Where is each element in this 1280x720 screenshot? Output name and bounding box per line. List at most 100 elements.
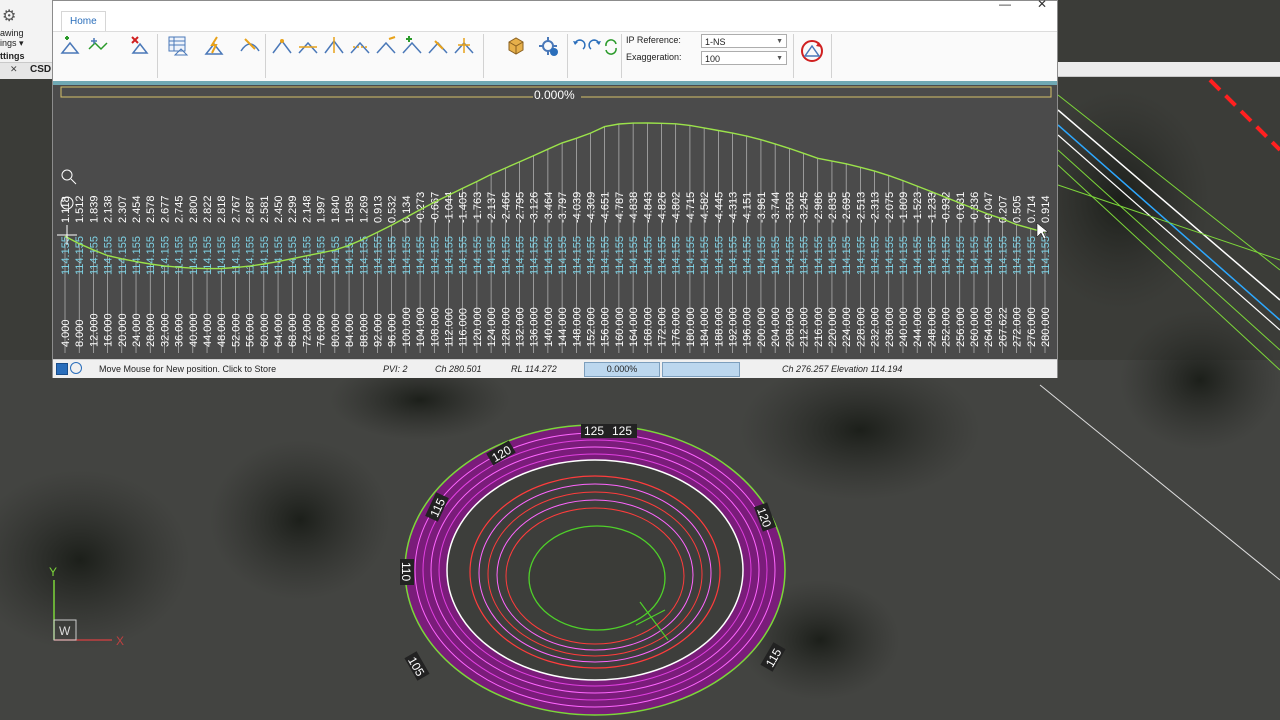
profile-plot[interactable]: 1.118 114.155 4.000 1.512 114.155 8.000 1.839 1… (53, 85, 1057, 357)
cut-fill-label: -1.809 (898, 192, 910, 223)
status-chainage: Ch 280.501 (435, 364, 482, 374)
design-level-label: 114.155 (997, 236, 1009, 275)
design-level-label: 114.155 (117, 236, 129, 275)
ip-tool-icon-8[interactable] (453, 35, 475, 57)
vertical-curve-icon[interactable] (239, 35, 261, 57)
ip-reference-combo[interactable]: 1-NS ▼ (701, 34, 787, 48)
chainage-label: 232.000 (870, 307, 882, 347)
cut-fill-label: -2.695 (841, 192, 853, 223)
design-level-label: 114.155 (458, 236, 470, 275)
chainage-label: 140.000 (543, 307, 555, 347)
chainage-label: 176.000 (671, 307, 683, 347)
cut-fill-label: 2.450 (273, 195, 285, 223)
add-ip-icon[interactable] (59, 35, 81, 57)
design-level-label: 114.155 (827, 236, 839, 275)
design-level-label: 114.155 (841, 236, 853, 275)
tab-home[interactable]: Home (61, 11, 106, 32)
ip-tool-icon-3[interactable] (323, 35, 345, 57)
toolbar-separator (621, 34, 622, 78)
status-progress-box (662, 362, 740, 377)
chainage-label: 8.000 (74, 319, 86, 347)
ip-tool-icon-4[interactable] (349, 35, 371, 57)
cut-fill-label: 0.914 (1040, 195, 1052, 223)
undo-icon[interactable] (571, 35, 587, 57)
refresh-icon[interactable] (603, 35, 619, 57)
close-icon[interactable]: ✕ (10, 64, 18, 75)
zoom-icon[interactable] (61, 169, 77, 185)
design-level-label: 114.155 (159, 236, 171, 275)
cut-fill-label: -1.405 (458, 192, 470, 223)
design-level-label: 114.155 (60, 236, 72, 275)
cut-fill-label: 2.578 (145, 195, 157, 223)
move-ip-icon[interactable] (87, 35, 109, 57)
cut-fill-label: -2.313 (870, 192, 882, 223)
status-pvi: PVI: 2 (383, 364, 408, 374)
profile-svg[interactable]: 1.118114.1554.0001.512114.1558.0001.8391… (53, 85, 1057, 357)
profile-reset-icon[interactable] (799, 38, 825, 64)
chainage-label: 256.000 (955, 307, 967, 347)
toolbar-separator (567, 34, 568, 78)
design-level-label: 114.155 (671, 236, 683, 275)
ip-tool-icon-6[interactable] (401, 35, 423, 57)
drawing-tab[interactable]: CSD (30, 64, 51, 75)
settings-icon[interactable] (537, 35, 559, 57)
cancel-icon[interactable] (70, 362, 82, 374)
exaggeration-combo[interactable]: 100 ▼ (701, 51, 787, 65)
chainage-label: 276.000 (1026, 307, 1038, 347)
save-icon[interactable] (56, 363, 68, 375)
ip-tool-icon-7[interactable] (427, 35, 449, 57)
cut-fill-label: 2.148 (301, 195, 313, 223)
ip-tool-icon-2[interactable] (297, 35, 319, 57)
cut-fill-label: -3.245 (799, 192, 811, 223)
design-level-label: 114.155 (1012, 236, 1024, 275)
cut-fill-label: 2.299 (287, 195, 299, 223)
cut-fill-label: -3.961 (756, 192, 768, 223)
redo-icon[interactable] (587, 35, 603, 57)
design-level-label: 114.155 (713, 236, 725, 275)
window-titlebar[interactable]: — ✕ (53, 0, 1057, 11)
cut-fill-label: -2.986 (813, 192, 825, 223)
ip-tool-icon-1[interactable] (271, 35, 293, 57)
cut-fill-label: 1.839 (88, 195, 100, 223)
toolbar-separator (483, 34, 484, 78)
chainage-label: 192.000 (728, 307, 740, 347)
ribbon-label-panel: ttings (0, 51, 25, 61)
delete-ip-icon[interactable] (129, 35, 151, 57)
chainage-label: 236.000 (884, 307, 896, 347)
cut-fill-label: -3.126 (529, 192, 541, 223)
ucs-w-label: W (59, 624, 71, 638)
chainage-label: 68.000 (287, 313, 299, 347)
cube-icon[interactable] (505, 35, 527, 57)
design-level-label: 114.155 (969, 236, 981, 275)
chainage-label: 12.000 (88, 313, 100, 347)
cut-fill-label: 2.454 (131, 195, 143, 223)
gear-icon[interactable]: ⚙ (2, 6, 16, 26)
design-level-label: 114.155 (770, 236, 782, 275)
design-level-label: 114.155 (429, 236, 441, 275)
cut-fill-label: 0.505 (1012, 195, 1024, 223)
table-icon[interactable] (167, 35, 189, 57)
ip-reference-label: IP Reference: (626, 35, 681, 45)
chainage-label: 248.000 (926, 307, 938, 347)
design-level-label: 114.155 (259, 236, 271, 275)
design-level-label: 114.155 (443, 236, 455, 275)
cut-fill-label: -4.313 (728, 192, 740, 223)
design-level-label: 114.155 (401, 236, 413, 275)
cut-fill-label: 2.687 (245, 195, 257, 223)
grade-icon[interactable] (203, 35, 225, 57)
design-level-label: 114.155 (728, 236, 740, 275)
design-level-label: 114.155 (472, 236, 484, 275)
cut-fill-label: 2.581 (259, 195, 271, 223)
chainage-label: 212.000 (799, 307, 811, 347)
ip-tool-icon-5[interactable] (375, 35, 397, 57)
ribbon-label-settings[interactable]: ings ▾ (0, 38, 24, 49)
design-level-label: 114.155 (855, 236, 867, 275)
contour-label: 110 (399, 562, 413, 581)
chainage-label: 24.000 (131, 313, 143, 347)
chainage-label: 36.000 (174, 313, 186, 347)
chainage-label: 152.000 (586, 307, 598, 347)
cut-fill-label: 2.138 (103, 195, 115, 223)
status-grade-box: 0.000% (584, 362, 660, 377)
chainage-label: 156.000 (600, 307, 612, 347)
design-level-label: 114.155 (600, 236, 612, 275)
